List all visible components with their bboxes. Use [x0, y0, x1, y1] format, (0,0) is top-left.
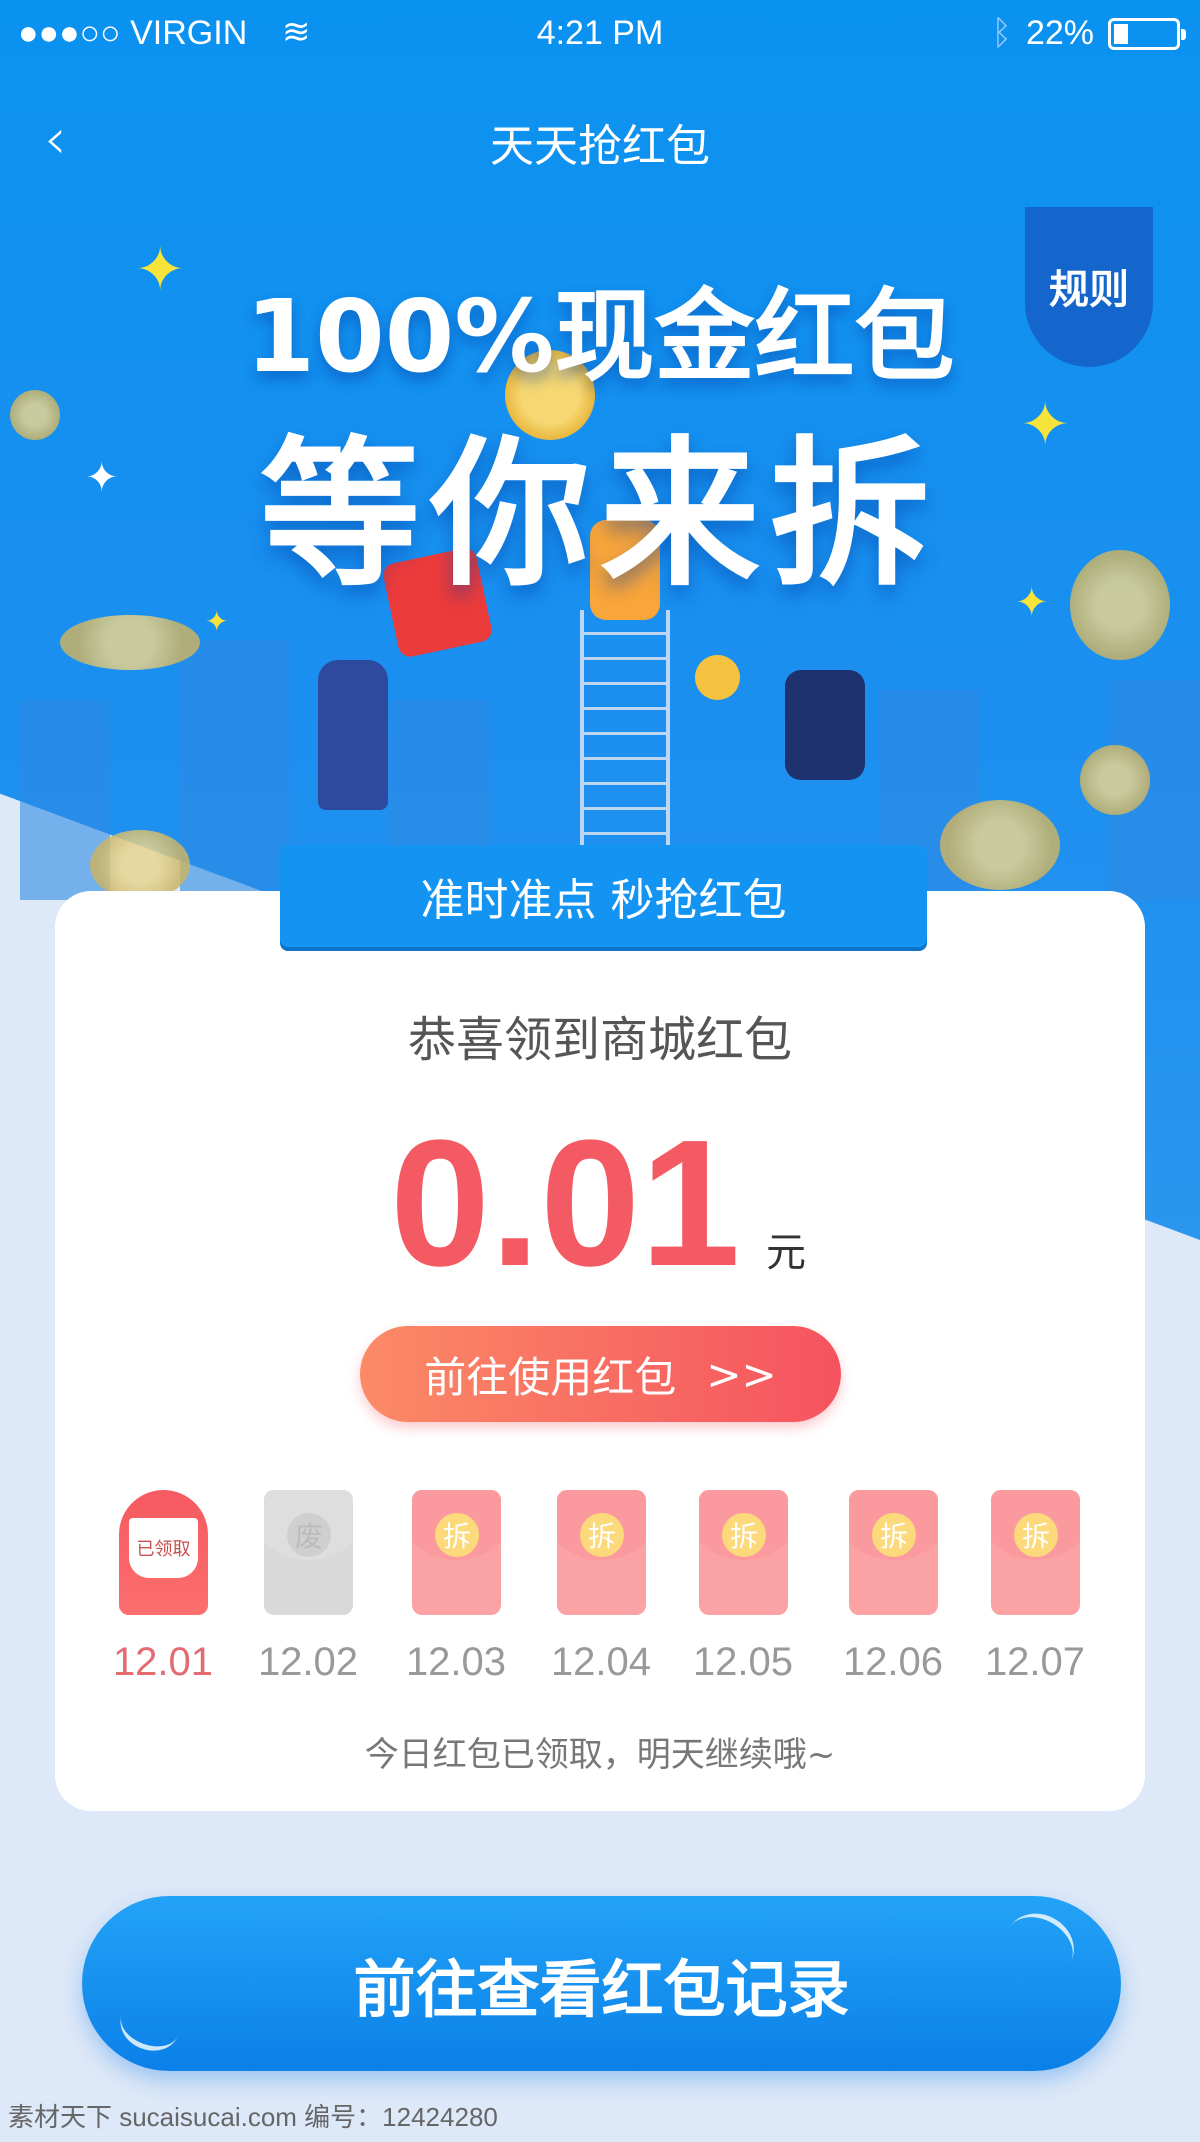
building-illustration: [180, 640, 290, 900]
envelope-date: 12.01: [112, 1640, 214, 1684]
person-illustration: [318, 660, 388, 810]
red-envelope-open[interactable]: 拆: [412, 1490, 501, 1615]
envelope-seal: 拆: [1014, 1513, 1058, 1557]
coin-illustration: [940, 800, 1060, 890]
view-records-label: 前往查看红包记录: [353, 1952, 850, 2026]
view-records-button[interactable]: 前往查看红包记录: [82, 1896, 1121, 2071]
coin-illustration: [60, 615, 200, 670]
amount-unit: 元: [766, 1230, 806, 1276]
envelope-seal: 拆: [872, 1513, 916, 1557]
envelope-date: 12.06: [842, 1640, 944, 1684]
red-envelope-open[interactable]: 拆: [699, 1490, 788, 1615]
double-chevron-right-icon: >>: [706, 1349, 777, 1399]
dollar-coin-illustration: [695, 655, 740, 700]
envelope-seal: 废: [287, 1513, 331, 1557]
card-tab-label: 准时准点 秒抢红包: [280, 845, 927, 947]
envelope-date: 12.05: [692, 1640, 794, 1684]
nav-bar: ‹ 天天抢红包: [0, 100, 1200, 180]
red-envelope-expired[interactable]: 废: [264, 1490, 353, 1615]
status-bar: ●●●○○ VIRGIN ≋ 4:21 PM ᛒ 22%: [0, 0, 1200, 68]
watermark: 素材天下 sucaisucai.com 编号：12424280: [8, 2102, 498, 2132]
red-envelope-open[interactable]: 拆: [557, 1490, 646, 1615]
page-title: 天天抢红包: [490, 121, 710, 172]
envelope-date: 12.03: [405, 1640, 507, 1684]
envelope-date: 12.04: [550, 1640, 652, 1684]
coin-illustration: [90, 830, 190, 900]
coin-illustration: [1080, 745, 1150, 815]
today-tip: 今日红包已领取，明天继续哦~: [364, 1735, 836, 1775]
banner-subheadline: 等你来拆: [259, 421, 940, 608]
battery-icon: [1108, 17, 1186, 50]
ladder-illustration: [580, 610, 670, 850]
use-button-label: 前往使用红包: [424, 1352, 677, 1402]
red-envelope-open[interactable]: 拆: [991, 1490, 1080, 1615]
amount-value: 0.01: [390, 1103, 741, 1304]
battery-percent: 22%: [1025, 14, 1094, 52]
banner-headline: 100%现金红包: [245, 278, 955, 395]
person-illustration: [785, 670, 865, 780]
use-red-packet-button[interactable]: 前往使用红包 >>: [360, 1326, 841, 1422]
envelope-seal: 拆: [580, 1513, 624, 1557]
congrats-text: 恭喜领到商城红包: [407, 1012, 792, 1068]
received-tag: 已领取: [129, 1518, 198, 1578]
red-envelope-received[interactable]: 已领取: [119, 1490, 208, 1615]
envelope-seal: 拆: [435, 1513, 479, 1557]
red-envelope-open[interactable]: 拆: [849, 1490, 938, 1615]
bluetooth-icon: ᛒ: [991, 14, 1012, 52]
envelope-date: 12.07: [984, 1640, 1086, 1684]
envelope-seal: 拆: [722, 1513, 766, 1557]
envelope-date: 12.02: [257, 1640, 359, 1684]
